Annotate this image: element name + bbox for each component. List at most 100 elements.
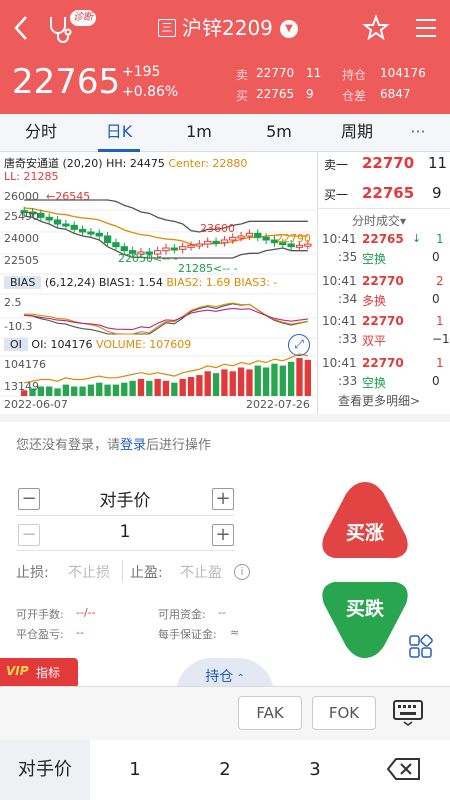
bias2-line (24, 302, 308, 335)
ob-ask-vol: 11 (428, 154, 448, 172)
volume-value: VOLUME: 107609 (96, 338, 192, 351)
donchian-upper (24, 199, 308, 233)
candle (262, 236, 270, 241)
key-1[interactable]: 1 (90, 740, 180, 800)
menu-icon[interactable] (414, 17, 438, 39)
qty-plus-button[interactable]: + (212, 524, 234, 546)
key-3[interactable]: 3 (270, 740, 360, 800)
bias3: BIAS3: - (233, 276, 278, 289)
volume-bar (46, 386, 53, 396)
ask-price: 22770 (256, 66, 295, 80)
tab-period[interactable]: 周期 (326, 114, 388, 152)
tab-more[interactable]: ··· (398, 114, 438, 152)
tick-time: 10:41 (322, 356, 357, 370)
tick-type: 空换 (362, 252, 387, 266)
tab-daily[interactable]: 日K (88, 114, 150, 152)
vip-label: 指标 (36, 666, 61, 680)
vip-indicator-button[interactable]: VIP 指标 (0, 658, 78, 688)
bias-label[interactable]: BIAS (4, 276, 42, 289)
candle (170, 247, 179, 251)
take-profit-input[interactable]: 不止盈 (180, 562, 222, 582)
ob-ask-label: 卖一 (324, 158, 349, 172)
oi-panel-value: OI: 104176 (31, 338, 93, 351)
legend-center: Center: 22880 (168, 157, 248, 170)
star-icon[interactable] (362, 14, 390, 42)
back-icon[interactable] (10, 14, 34, 42)
volume-bar (162, 380, 170, 396)
y-label-2: 25490 (4, 210, 39, 223)
price-mode[interactable]: 对手价 (60, 486, 190, 511)
volume-bar (279, 365, 286, 396)
more-detail-link[interactable]: 查看更多明细> (338, 392, 420, 409)
divider (122, 560, 123, 582)
key-counterparty-price[interactable]: 对手价 (0, 740, 90, 800)
info-icon[interactable]: i (234, 564, 250, 580)
order-form: 您还没有登录，请登录后进行操作 − 对手价 + − 1 + 止损: 不止损 止盈… (0, 414, 450, 694)
candle (120, 246, 128, 252)
can-open-value: --/-- (76, 606, 96, 619)
qty-minus-button[interactable]: − (18, 524, 40, 546)
price-plus-button[interactable]: + (212, 488, 234, 510)
divider (318, 208, 450, 209)
tab-5m[interactable]: 5m (248, 114, 310, 152)
tab-intraday[interactable]: 分时 (10, 114, 72, 152)
y-label-top: 26000 (4, 190, 39, 203)
buy-down-label: 买跌 (345, 598, 384, 620)
buy-up-button[interactable]: 买涨 (318, 478, 412, 568)
expand-icon[interactable]: ⤢ (288, 334, 310, 356)
chevron-down-icon[interactable]: ▼ (280, 20, 298, 38)
backspace-icon[interactable] (386, 756, 422, 782)
qty-input[interactable]: 1 (60, 522, 190, 542)
oi-diff-label: 仓差 (342, 89, 367, 103)
volume-bar (87, 384, 95, 396)
candle (45, 216, 53, 221)
ask-vol: 11 (306, 66, 322, 80)
keyboard-icon[interactable] (392, 698, 424, 726)
margin-value: ≈ (230, 626, 240, 639)
grid-icon[interactable] (408, 634, 434, 660)
kline-chart[interactable]: 唐奇安通道 (20,20) HH: 24475 Center: 22880 LL… (0, 152, 318, 414)
ticks-title[interactable]: 分时成交▾ (352, 212, 406, 229)
annotation-right: 22790 (276, 232, 311, 245)
candle (179, 246, 187, 250)
volume-bar (62, 384, 70, 396)
key-2[interactable]: 2 (180, 740, 270, 800)
ask-label: 卖 (236, 68, 249, 82)
annotation-low: 22050<-- - (118, 252, 178, 265)
candle (245, 232, 254, 237)
login-hint: 您还没有登录，请登录后进行操作 (16, 434, 211, 453)
candle (53, 219, 62, 225)
date-start: 2022-06-07 (4, 398, 68, 411)
contract-icon: 三 (158, 19, 176, 37)
login-link[interactable]: 登录 (120, 438, 146, 453)
volume-bar (129, 380, 136, 396)
tab-1m[interactable]: 1m (168, 114, 230, 152)
oi-panel-label[interactable]: OI (4, 338, 28, 351)
chart-legend: 唐奇安通道 (20,20) HH: 24475 Center: 22880 (4, 155, 247, 171)
tick-price: 22765 (362, 232, 404, 246)
stop-loss-input[interactable]: 不止损 (68, 562, 110, 582)
candle (78, 228, 87, 233)
divider (0, 686, 450, 687)
candle (62, 223, 70, 227)
price-minus-button[interactable]: − (18, 488, 40, 510)
login-hint-suffix: 后进行操作 (146, 438, 212, 453)
price-change-pct: +0.86% (122, 84, 179, 100)
tick-row: 10:41 22770 1:33 双平 −1 (318, 314, 450, 354)
buy-down-button[interactable]: 买跌 (318, 572, 412, 662)
bias-top-label: 2.5 (4, 296, 22, 309)
volume-bar (287, 361, 295, 396)
legend-ll: LL: 21285 (4, 170, 59, 183)
candle (87, 231, 95, 235)
chevron-up-icon: ⌃ (233, 673, 245, 684)
candle (212, 240, 220, 244)
last-price: 22765 (12, 62, 121, 102)
oi-diff-value: 6847 (380, 87, 411, 101)
contract-title[interactable]: 沪锌2209 (182, 14, 273, 42)
diagnosis-badge[interactable]: 诊断 (70, 10, 96, 26)
legend-hh: HH: 24475 (106, 157, 165, 170)
tick-seconds: :35 (338, 250, 358, 264)
close-pl-label: 平仓盈亏: (16, 628, 64, 641)
fok-button[interactable]: FOK (312, 696, 376, 730)
fak-button[interactable]: FAK (238, 696, 302, 730)
